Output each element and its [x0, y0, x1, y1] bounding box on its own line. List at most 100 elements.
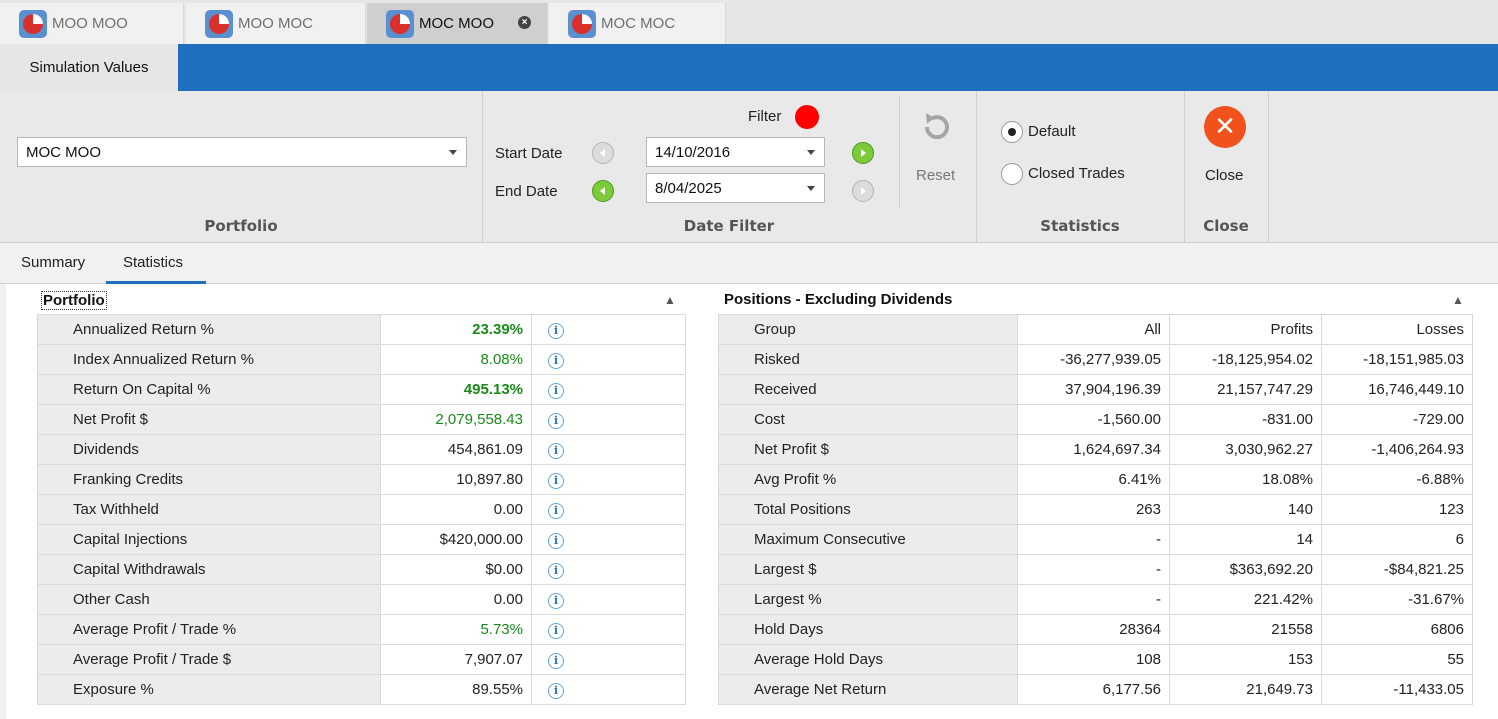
table-row: Largest $ - $363,692.20 -$84,821.25: [718, 554, 1473, 585]
row-label: Received: [718, 374, 1018, 405]
row-value: 2,079,558.43: [380, 404, 532, 435]
doc-tab-moc-moc[interactable]: MOC MOC: [549, 3, 726, 44]
row-label: Risked: [718, 344, 1018, 375]
info-icon[interactable]: i: [548, 442, 564, 459]
row-label: Annualized Return %: [37, 314, 381, 345]
row-value: 0.00: [380, 494, 532, 525]
start-date-next-icon[interactable]: [852, 142, 874, 164]
row-value: 8.08%: [380, 344, 532, 375]
row-label: Franking Credits: [37, 464, 381, 495]
active-tab-indicator: [106, 281, 206, 284]
doc-tab-moo-moo[interactable]: MOO MOO: [0, 3, 184, 44]
reset-button[interactable]: Reset: [916, 167, 955, 184]
info-icon[interactable]: i: [548, 382, 564, 399]
table-row: Average Profit / Trade $7,907.07 i: [37, 644, 686, 675]
cell-all: 37,904,196.39: [1017, 374, 1170, 405]
doc-tab-moo-moc[interactable]: MOO MOC: [186, 3, 366, 44]
close-tab-icon[interactable]: ×: [518, 16, 531, 29]
cell-all: -: [1017, 524, 1170, 555]
cell-all: -: [1017, 554, 1170, 585]
close-x-icon[interactable]: ✕: [1204, 106, 1246, 148]
cell-losses: -18,151,985.03: [1321, 344, 1473, 375]
cell-profits: 21,649.73: [1169, 674, 1322, 705]
table-row: Risked -36,277,939.05 -18,125,954.02 -18,15…: [718, 344, 1473, 375]
info-icon[interactable]: i: [548, 412, 564, 429]
cell-profits: 153: [1169, 644, 1322, 675]
info-cell: i: [531, 584, 686, 615]
info-icon[interactable]: i: [548, 532, 564, 549]
row-label: Tax Withheld: [37, 494, 381, 525]
table-row: Dividends 454,861.09 i: [37, 434, 686, 465]
end-date-value: 8/04/2025: [655, 179, 722, 197]
info-icon[interactable]: i: [548, 322, 564, 339]
chevron-down-icon: [807, 186, 815, 191]
cell-losses: -31.67%: [1321, 584, 1473, 615]
row-value: $420,000.00: [380, 524, 532, 555]
table-row: Franking Credits 10,897.80 i: [37, 464, 686, 495]
column-header: Losses: [1321, 314, 1473, 345]
collapse-caret-icon[interactable]: ▲: [1452, 293, 1464, 307]
end-date-prev-icon[interactable]: [592, 180, 614, 202]
cell-losses: 16,746,449.10: [1321, 374, 1473, 405]
default-radio-label: Default: [1028, 123, 1076, 140]
tab-statistics[interactable]: Statistics: [123, 254, 183, 271]
default-radio[interactable]: [1001, 121, 1023, 143]
cell-profits: 3,030,962.27: [1169, 434, 1322, 465]
filter-status-icon[interactable]: [795, 105, 819, 129]
info-icon[interactable]: i: [548, 682, 564, 699]
cell-profits: 14: [1169, 524, 1322, 555]
cell-losses: -6.88%: [1321, 464, 1473, 495]
close-button[interactable]: Close: [1205, 167, 1243, 184]
end-date-label: End Date: [495, 183, 558, 200]
info-icon[interactable]: i: [548, 622, 564, 639]
table-row: Net Profit $1,624,697.34 3,030,962.27 -1,4…: [718, 434, 1473, 465]
cell-losses: 6806: [1321, 614, 1473, 645]
row-label: Largest %: [718, 584, 1018, 615]
row-label: Dividends: [37, 434, 381, 465]
row-label: Average Profit / Trade $: [37, 644, 381, 675]
document-tab-strip: MOO MOO MOO MOC MOC MOO × MOC MOC: [0, 0, 1498, 44]
collapse-caret-icon[interactable]: ▲: [664, 293, 676, 307]
cell-losses: -11,433.05: [1321, 674, 1473, 705]
portfolio-panel-title[interactable]: Portfolio: [41, 291, 107, 310]
statistics-group-caption: Statistics: [1040, 217, 1120, 235]
info-icon[interactable]: i: [548, 352, 564, 369]
start-date-prev-icon[interactable]: [592, 142, 614, 164]
cell-losses: 6: [1321, 524, 1473, 555]
info-icon[interactable]: i: [548, 592, 564, 609]
row-value: $0.00: [380, 554, 532, 585]
tab-summary[interactable]: Summary: [21, 254, 85, 271]
info-cell: i: [531, 614, 686, 645]
info-icon[interactable]: i: [548, 502, 564, 519]
closed-trades-radio[interactable]: [1001, 163, 1023, 185]
end-date-next-icon[interactable]: [852, 180, 874, 202]
table-row: Index Annualized Return % 8.08% i: [37, 344, 686, 375]
column-header: Profits: [1169, 314, 1322, 345]
ribbon-tab-simulation-values[interactable]: Simulation Values: [0, 44, 178, 91]
cell-all: 1,624,697.34: [1017, 434, 1170, 465]
positions-table: Group All Profits Losses Risked -36,277,939.0…: [718, 314, 1473, 705]
info-cell: i: [531, 374, 686, 405]
row-value: 495.13%: [380, 374, 532, 405]
start-date-picker[interactable]: 14/10/2016: [646, 137, 825, 167]
doc-tab-label: MOO MOC: [238, 15, 313, 32]
doc-tab-moc-moo[interactable]: MOC MOO ×: [367, 3, 548, 44]
row-value: 0.00: [380, 584, 532, 615]
info-icon[interactable]: i: [548, 562, 564, 579]
row-label: Capital Withdrawals: [37, 554, 381, 585]
chevron-down-icon: [449, 150, 457, 155]
info-cell: i: [531, 494, 686, 525]
table-row: Largest % -221.42% -31.67%: [718, 584, 1473, 615]
table-row: Other Cash 0.00 i: [37, 584, 686, 615]
portfolio-select[interactable]: MOC MOO: [17, 137, 467, 167]
end-date-picker[interactable]: 8/04/2025: [646, 173, 825, 203]
column-header: All: [1017, 314, 1170, 345]
table-row: Hold Days 28364 21558 6806: [718, 614, 1473, 645]
group-divider: [1268, 91, 1269, 243]
reset-icon[interactable]: [918, 108, 956, 150]
info-icon[interactable]: i: [548, 652, 564, 669]
table-row: Average Profit / Trade % 5.73% i: [37, 614, 686, 645]
info-icon[interactable]: i: [548, 472, 564, 489]
table-row: Total Positions 263 140 123: [718, 494, 1473, 525]
info-cell: i: [531, 554, 686, 585]
